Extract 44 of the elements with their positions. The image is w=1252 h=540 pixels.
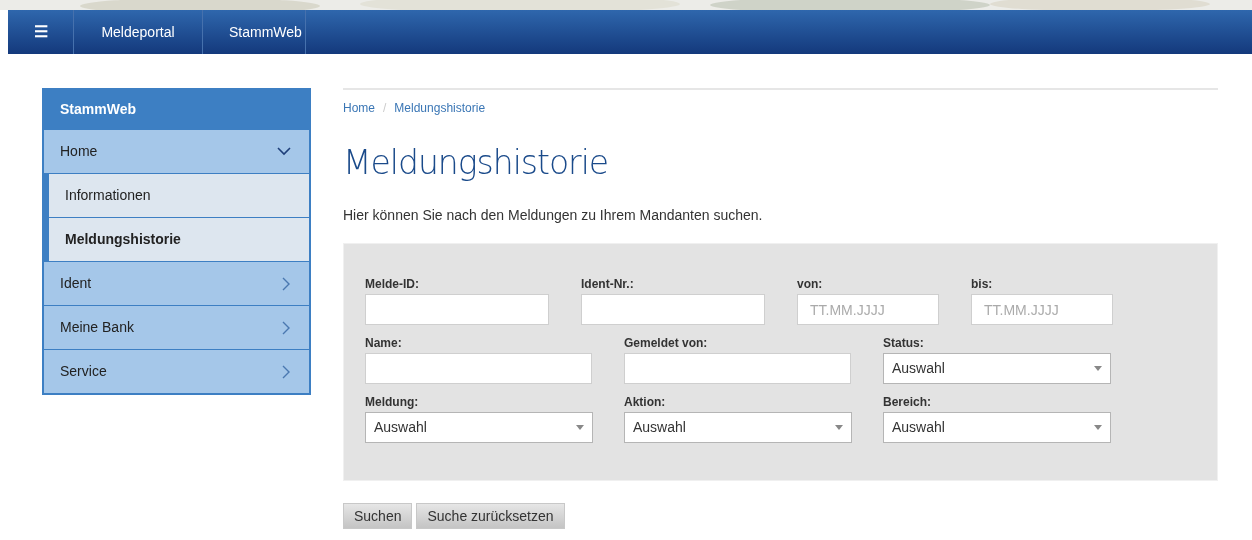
- breadcrumb-separator: /: [383, 100, 387, 117]
- field-label: Name:: [365, 336, 403, 350]
- sidebar-item[interactable]: Service: [44, 350, 309, 393]
- sidebar-subitem[interactable]: Informationen: [49, 174, 309, 217]
- nav-link[interactable]: Meldeportal: [74, 10, 203, 54]
- sidebar-item[interactable]: Home: [44, 130, 309, 173]
- field-label: Status:: [883, 336, 925, 350]
- form-button[interactable]: Suche zurücksetzen: [416, 503, 565, 529]
- sidebar-item[interactable]: Ident: [44, 262, 309, 305]
- chevron-right-icon: [282, 320, 291, 335]
- breadcrumb-link[interactable]: Home: [343, 99, 375, 117]
- dropdown-caret-icon: [576, 425, 584, 430]
- field-label: Aktion:: [624, 395, 667, 409]
- date-field[interactable]: TT.MM.JJJJ: [971, 294, 1113, 325]
- field-label: von:: [797, 277, 824, 291]
- input-field[interactable]: [365, 294, 549, 325]
- field-label: Meldung:: [365, 395, 420, 409]
- dropdown-caret-icon: [835, 425, 843, 430]
- sidebar-subitem[interactable]: Meldungshistorie: [49, 218, 309, 261]
- select-field[interactable]: Auswahl: [624, 412, 852, 443]
- field-label: Bereich:: [883, 395, 933, 409]
- dropdown-caret-icon: [1094, 425, 1102, 430]
- chevron-down-icon: [277, 147, 291, 156]
- select-field[interactable]: Auswahl: [883, 353, 1111, 384]
- input-field[interactable]: [581, 294, 765, 325]
- field-label: Gemeldet von:: [624, 336, 709, 350]
- breadcrumb-link[interactable]: Meldungshistorie: [394, 99, 486, 117]
- chevron-right-icon: [282, 364, 291, 379]
- chevron-right-icon: [282, 276, 291, 291]
- date-field[interactable]: TT.MM.JJJJ: [797, 294, 939, 325]
- field-label: Melde-ID:: [365, 277, 420, 291]
- nav-link[interactable]: StammWeb: [203, 10, 306, 54]
- input-field[interactable]: [624, 353, 851, 384]
- description: Hier können Sie nach den Meldungen zu Ihrem Mandanten suchen.: [343, 206, 764, 225]
- select-field[interactable]: Auswahl: [365, 412, 593, 443]
- select-field[interactable]: Auswahl: [883, 412, 1111, 443]
- field-label: bis:: [971, 277, 994, 291]
- field-label: Ident-Nr.:: [581, 277, 635, 291]
- dropdown-caret-icon: [1094, 366, 1102, 371]
- input-field[interactable]: [365, 353, 592, 384]
- form-button[interactable]: Suchen: [343, 503, 413, 529]
- sidebar-item[interactable]: Meine Bank: [44, 306, 309, 349]
- sidebar-title: StammWeb: [59, 100, 137, 119]
- page-title: Meldungshistorie: [343, 143, 610, 183]
